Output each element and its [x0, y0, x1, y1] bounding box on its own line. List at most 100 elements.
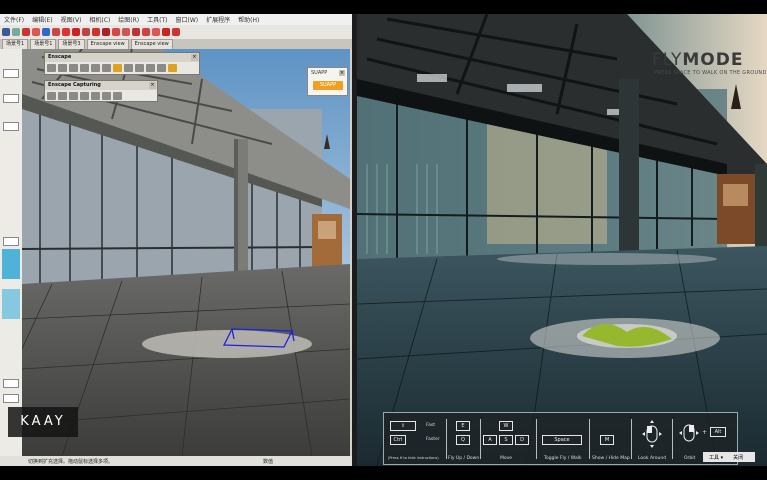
- enscape-toolbar-close-button[interactable]: ×: [191, 54, 198, 61]
- enscape-grid-icon[interactable]: [157, 64, 166, 72]
- material-swatch[interactable]: [2, 249, 20, 279]
- fly-mode-title-bold: MODE: [682, 50, 744, 70]
- tray-field-1[interactable]: [3, 69, 19, 78]
- tab-scene-2[interactable]: 场景号1: [30, 39, 57, 49]
- menu-tools[interactable]: 工具(T): [147, 15, 167, 24]
- controls-divider-5: [631, 419, 632, 459]
- m-key: M: [600, 435, 614, 445]
- enscape-info-icon[interactable]: [135, 64, 144, 72]
- s-key: S: [499, 435, 513, 445]
- toggle-flywalk-label: Toggle Fly / Walk: [544, 456, 582, 461]
- menu-bar: 文件(F) 编辑(E) 视图(V) 相机(C) 绘图(R) 工具(T) 窗口(W…: [0, 14, 352, 25]
- controls-divider-6: [672, 419, 673, 459]
- offset-icon[interactable]: [102, 28, 110, 36]
- menu-edit[interactable]: 编辑(E): [32, 15, 52, 24]
- look-around-label: Look Around: [638, 456, 667, 461]
- alt-key: Alt: [710, 427, 726, 437]
- capturing-toolbar-close-button[interactable]: ×: [149, 82, 156, 89]
- tray-field-5[interactable]: [3, 379, 19, 388]
- controls-divider-3: [536, 419, 537, 459]
- main-toolbar: [0, 25, 352, 39]
- fly-mode-title: FLYMODE: [652, 50, 743, 70]
- sketchup-viewport[interactable]: [22, 49, 350, 456]
- capture-settings-icon[interactable]: [113, 92, 122, 100]
- letterbox-bottom: [0, 466, 767, 480]
- suapp-close-button[interactable]: ×: [339, 70, 345, 76]
- tray-field-3[interactable]: [3, 122, 19, 131]
- tab-enscape-view-1[interactable]: Enscape view: [86, 39, 129, 49]
- pencil-icon[interactable]: [22, 28, 30, 36]
- export-web-icon[interactable]: [102, 92, 111, 100]
- enscape-export-icon[interactable]: [91, 64, 100, 72]
- menu-window[interactable]: 窗口(W): [176, 15, 199, 24]
- circle-icon[interactable]: [42, 28, 50, 36]
- enscape-toolbar: Enscape ×: [44, 52, 200, 75]
- tab-scene-3[interactable]: 场景号3: [58, 39, 85, 49]
- controls-divider-4: [589, 419, 590, 459]
- suapp-button[interactable]: SUAPP: [313, 81, 343, 90]
- fly-mode-subtitle: PRESS SPACE TO WALK ON THE GROUND: [654, 70, 767, 76]
- menu-view[interactable]: 视图(V): [61, 15, 82, 24]
- tray-field-4[interactable]: [3, 237, 19, 246]
- move-label: Move: [500, 456, 513, 461]
- capturing-toolbar-title: Enscape Capturing: [48, 82, 101, 88]
- video-editor-icon[interactable]: [69, 92, 78, 100]
- controls-overlay: ⇧ Fast Ctrl Faster (Press H to hide inst…: [383, 412, 738, 465]
- enscape-views-icon[interactable]: [69, 64, 78, 72]
- scale-icon[interactable]: [92, 28, 100, 36]
- menu-extensions[interactable]: 扩展程序: [206, 15, 230, 24]
- help-hint: (Press H to hide instructions): [388, 456, 439, 460]
- menu-camera[interactable]: 相机(C): [89, 15, 110, 24]
- enscape-object-icon[interactable]: [113, 64, 122, 72]
- export-standalone-icon[interactable]: [91, 92, 100, 100]
- section-icon[interactable]: [172, 28, 180, 36]
- enscape-about-icon[interactable]: [146, 64, 155, 72]
- suapp-panel: SUAPP × SUAPP: [307, 67, 348, 96]
- enscape-shield-icon[interactable]: [168, 64, 177, 72]
- pan-icon[interactable]: [142, 28, 150, 36]
- close-button[interactable]: 关闭: [733, 454, 743, 461]
- scene-tabs: 场景号1 场景号1 场景号3 Enscape view Enscape view: [0, 39, 352, 49]
- panorama-icon[interactable]: [80, 92, 89, 100]
- paint-icon[interactable]: [122, 28, 130, 36]
- enscape-scene: [357, 14, 767, 466]
- arc-icon[interactable]: [52, 28, 60, 36]
- tray-field-6[interactable]: [3, 394, 19, 403]
- move-icon[interactable]: [72, 28, 80, 36]
- menu-file[interactable]: 文件(F): [4, 15, 24, 24]
- tools-menu-button[interactable]: 工具 ▾: [709, 454, 723, 461]
- batch-render-icon[interactable]: [58, 92, 67, 100]
- kaay-logo: KAAY: [8, 407, 78, 437]
- enscape-capturing-toolbar: Enscape Capturing ×: [44, 80, 158, 102]
- shift-key: ⇧: [390, 421, 416, 431]
- tray-field-2[interactable]: [3, 94, 19, 103]
- enscape-sync-icon[interactable]: [58, 64, 67, 72]
- menu-draw[interactable]: 绘图(R): [118, 15, 139, 24]
- orbit-icon[interactable]: [132, 28, 140, 36]
- select-icon[interactable]: [2, 28, 10, 36]
- controls-divider-1: [446, 419, 447, 459]
- enscape-vr-icon[interactable]: [80, 64, 89, 72]
- eraser-icon[interactable]: [12, 28, 20, 36]
- mouse-orbit-icon: [679, 424, 699, 442]
- rectangle-icon[interactable]: [32, 28, 40, 36]
- zoom-extents-icon[interactable]: [162, 28, 170, 36]
- enscape-qr-icon[interactable]: [124, 64, 133, 72]
- sketchup-window: 文件(F) 编辑(E) 视图(V) 相机(C) 绘图(R) 工具(T) 窗口(W…: [0, 14, 352, 466]
- push-pull-icon[interactable]: [62, 28, 70, 36]
- tape-icon[interactable]: [112, 28, 120, 36]
- taskbar-tray: 工具 ▾ 关闭: [703, 452, 755, 462]
- enscape-render-viewport[interactable]: [357, 14, 767, 466]
- screenshot-icon[interactable]: [47, 92, 56, 100]
- menu-help[interactable]: 帮助(H): [238, 15, 259, 24]
- tab-scene-1[interactable]: 场景号1: [2, 39, 29, 49]
- status-bar: 切换到扩充选择。拖动鼠标选择多项。 数值: [0, 456, 352, 466]
- showhide-map-label: Show / Hide Map: [592, 456, 630, 461]
- enscape-settings-icon[interactable]: [102, 64, 111, 72]
- material-swatch-2[interactable]: [2, 289, 20, 319]
- enscape-start-icon[interactable]: [47, 64, 56, 72]
- controls-divider-2: [480, 419, 481, 459]
- zoom-icon[interactable]: [152, 28, 160, 36]
- rotate-icon[interactable]: [82, 28, 90, 36]
- tab-enscape-view-2[interactable]: Enscape view: [130, 39, 173, 49]
